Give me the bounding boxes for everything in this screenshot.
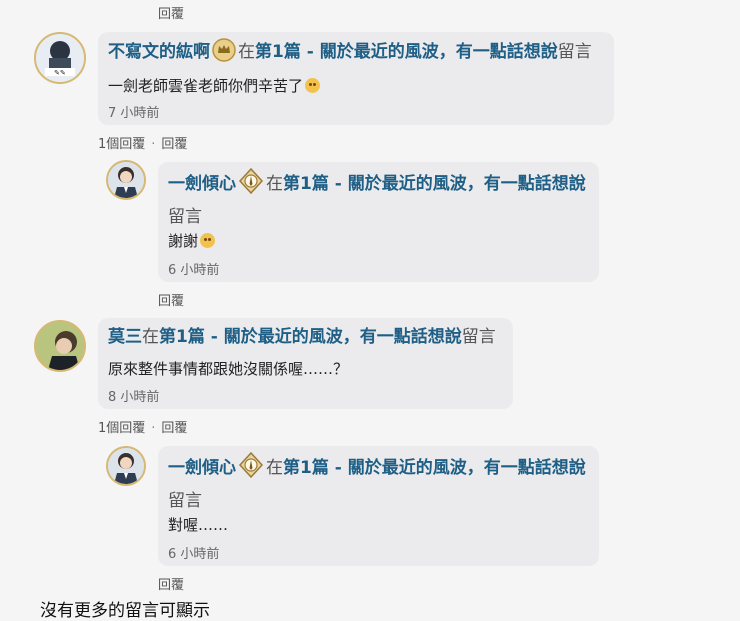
separator-dot: · <box>151 137 156 152</box>
reply-bubble: 一劍傾心 在第1篇 - 關於最近的風波，有一點話想說留言 謝謝 6 小時前 <box>158 162 599 282</box>
separator-dot: · <box>151 421 156 436</box>
comment-actions: 1個回覆 · 回覆 <box>98 133 187 152</box>
reply-time: 6 小時前 <box>168 547 220 562</box>
comment-author[interactable]: 不寫文的紘啊 <box>108 42 210 62</box>
smile-emoji-icon <box>305 78 321 93</box>
reply-avatar[interactable] <box>106 446 146 486</box>
user-avatar[interactable]: ✎✎ <box>34 32 86 84</box>
avatar-illustration <box>36 322 84 370</box>
reply-count-link[interactable]: 1個回覆 <box>98 137 145 152</box>
reply-text: 謝謝 <box>168 230 216 252</box>
svg-text:✎✎: ✎✎ <box>54 69 66 77</box>
reply-avatar[interactable] <box>106 160 146 200</box>
reply-bubble: 一劍傾心 在第1篇 - 關於最近的風波，有一點話想說留言 對喔…… 6 小時前 <box>158 446 599 566</box>
user-avatar[interactable] <box>34 320 86 372</box>
quill-badge-icon <box>238 451 264 487</box>
comment-header: 莫三在第1篇 - 關於最近的風波，有一點話想說留言 <box>108 323 496 351</box>
reply-author[interactable]: 一劍傾心 <box>168 458 236 478</box>
reply-link[interactable]: 回覆 <box>161 421 187 436</box>
reply-header: 一劍傾心 在第1篇 - 關於最近的風波，有一點話想說留言 <box>168 451 588 515</box>
in-label: 在 <box>266 458 283 478</box>
post-title-link[interactable]: 第1篇 - 關於最近的風波，有一點話想說 <box>255 42 558 62</box>
post-title-link[interactable]: 第1篇 - 關於最近的風波，有一點話想說 <box>159 327 462 347</box>
comment-bubble: 不寫文的紘啊 在第1篇 - 關於最近的風波，有一點話想說留言 一劍老師雲雀老師你們… <box>98 32 614 125</box>
avatar-illustration: ✎✎ <box>36 34 84 82</box>
comment-author[interactable]: 莫三 <box>108 327 142 347</box>
comment-time: 7 小時前 <box>108 106 160 121</box>
grimace-emoji-icon <box>200 233 216 248</box>
comment-label: 留言 <box>168 207 202 227</box>
in-label: 在 <box>266 174 283 194</box>
reply-count-link[interactable]: 1個回覆 <box>98 421 145 436</box>
avatar-illustration <box>108 448 144 484</box>
reply-author[interactable]: 一劍傾心 <box>168 174 236 194</box>
comment-actions: 1個回覆 · 回覆 <box>98 417 187 436</box>
in-label: 在 <box>238 42 255 62</box>
reply-text: 對喔…… <box>168 516 229 534</box>
post-title-link[interactable]: 第1篇 - 關於最近的風波，有一點話想說 <box>283 174 586 194</box>
no-more-comments-message: 沒有更多的留言可顯示 <box>40 601 210 621</box>
reply-link[interactable]: 回覆 <box>158 290 184 309</box>
comment-time: 8 小時前 <box>108 390 160 405</box>
comment-header: 不寫文的紘啊 在第1篇 - 關於最近的風波，有一點話想說留言 <box>108 38 592 71</box>
quill-badge-icon <box>238 167 264 203</box>
comment-bubble: 莫三在第1篇 - 關於最近的風波，有一點話想說留言 原來整件事情都跟她沒關係喔…… <box>98 318 513 409</box>
reply-header: 一劍傾心 在第1篇 - 關於最近的風波，有一點話想說留言 <box>168 167 588 231</box>
in-label: 在 <box>142 327 159 347</box>
post-title-link[interactable]: 第1篇 - 關於最近的風波，有一點話想說 <box>283 458 586 478</box>
avatar-illustration <box>108 162 144 198</box>
reply-text-content: 謝謝 <box>168 232 199 250</box>
comment-label: 留言 <box>168 491 202 511</box>
comment-text-content: 一劍老師雲雀老師你們辛苦了 <box>108 77 304 95</box>
comment-text: 一劍老師雲雀老師你們辛苦了 <box>108 75 321 97</box>
reply-link[interactable]: 回覆 <box>158 3 184 22</box>
comment-text: 原來整件事情都跟她沒關係喔……？ <box>108 360 349 378</box>
reply-time: 6 小時前 <box>168 263 220 278</box>
crown-badge-icon <box>212 38 236 71</box>
comment-label: 留言 <box>461 327 496 347</box>
comment-label: 留言 <box>557 42 592 62</box>
reply-link[interactable]: 回覆 <box>158 574 184 593</box>
reply-link[interactable]: 回覆 <box>161 137 187 152</box>
